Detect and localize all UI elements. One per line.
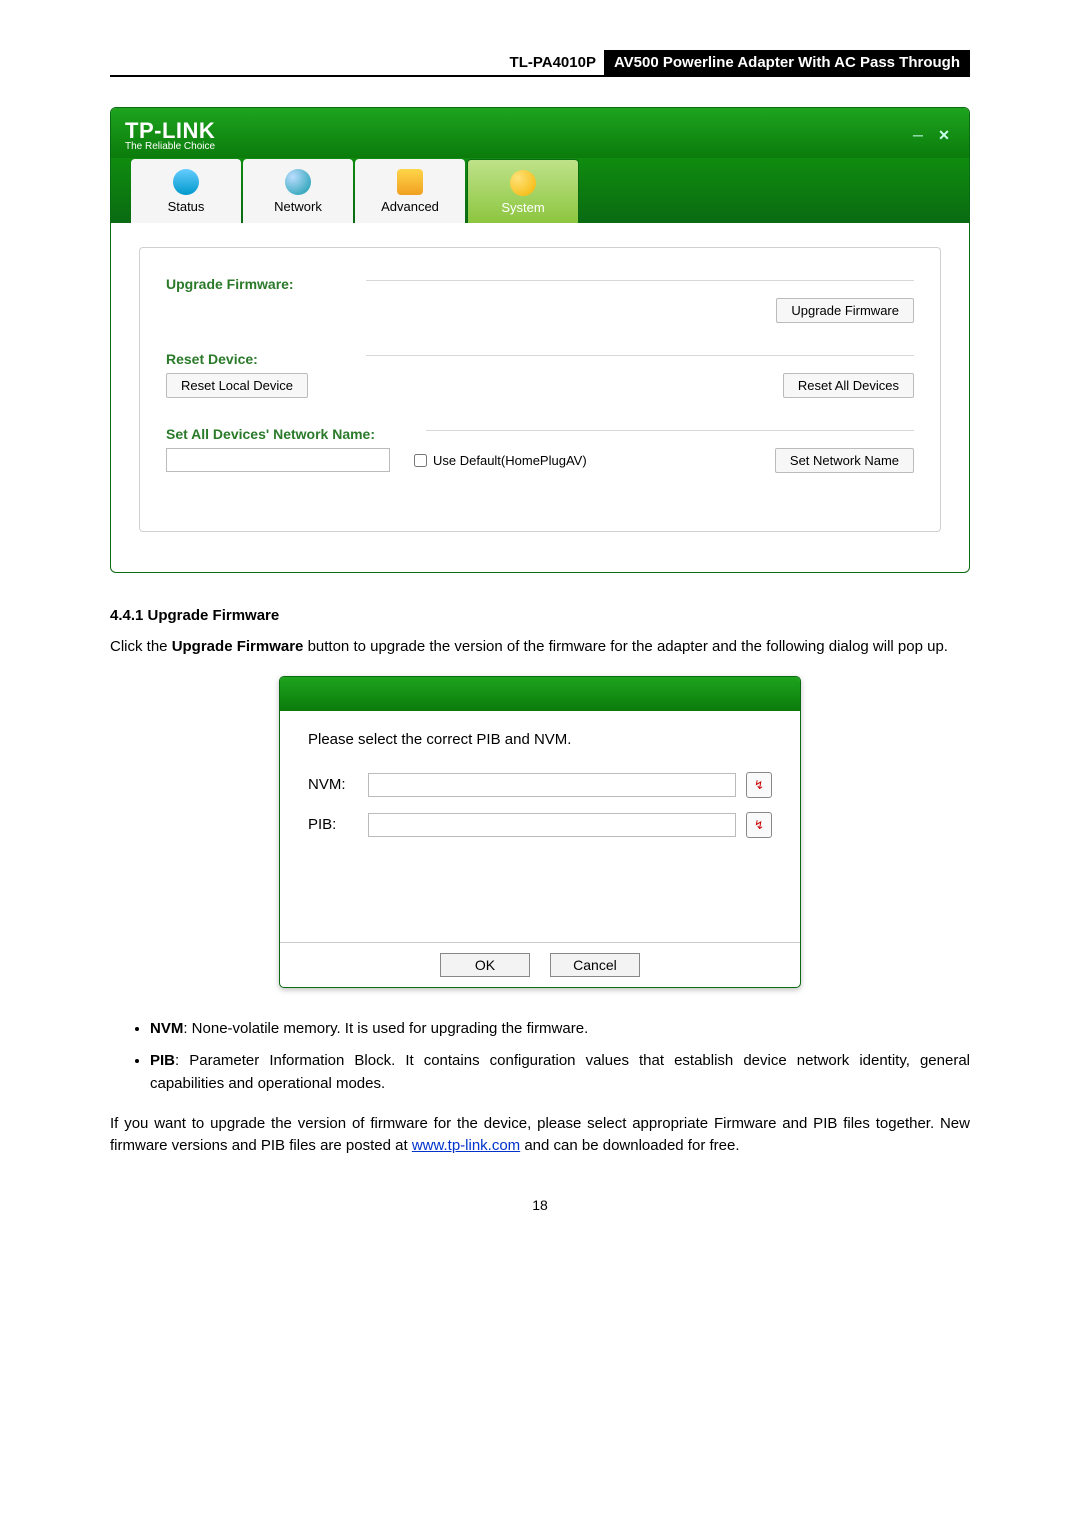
cancel-button[interactable]: Cancel <box>550 953 640 977</box>
dialog-message: Please select the correct PIB and NVM. <box>308 731 772 748</box>
tab-label: Status <box>168 199 205 214</box>
close-icon[interactable]: ✕ <box>933 126 955 144</box>
brand-text: TP-LINK <box>125 118 215 143</box>
dialog-footer: OK Cancel <box>280 942 800 987</box>
network-icon <box>285 169 311 195</box>
system-panel: Upgrade Firmware: Upgrade Firmware Reset… <box>139 247 941 532</box>
app-logo: TP-LINK The Reliable Choice <box>125 118 903 152</box>
app-window: TP-LINK The Reliable Choice ─ ✕ Status N… <box>110 107 970 573</box>
upgrade-dialog: Please select the correct PIB and NVM. N… <box>279 676 801 988</box>
ok-button[interactable]: OK <box>440 953 530 977</box>
minimize-icon[interactable]: ─ <box>907 126 929 144</box>
system-icon <box>510 170 536 196</box>
reset-all-button[interactable]: Reset All Devices <box>783 373 914 398</box>
use-default-checkbox-input[interactable] <box>414 454 427 467</box>
advanced-icon <box>397 169 423 195</box>
status-icon <box>173 169 199 195</box>
divider <box>426 430 914 431</box>
divider <box>366 355 914 356</box>
tab-system[interactable]: System <box>467 159 579 223</box>
use-default-checkbox[interactable]: Use Default(HomePlugAV) <box>410 451 587 470</box>
browse-pib-button[interactable]: ↯ <box>746 812 772 838</box>
nvm-label: NVM: <box>308 776 368 793</box>
paragraph: If you want to upgrade the version of fi… <box>110 1113 970 1157</box>
tp-link-url[interactable]: www.tp-link.com <box>412 1137 520 1154</box>
tab-advanced[interactable]: Advanced <box>355 159 465 223</box>
doc-header: TL-PA4010P AV500 Powerline Adapter With … <box>110 50 970 77</box>
nvm-input[interactable] <box>368 773 736 797</box>
model-code: TL-PA4010P <box>510 50 604 75</box>
paragraph: Click the Upgrade Firmware button to upg… <box>110 636 970 658</box>
tagline-text: The Reliable Choice <box>125 141 903 152</box>
page-number: 18 <box>110 1197 970 1213</box>
section-heading: 4.4.1 Upgrade Firmware <box>110 607 970 624</box>
bullet-list: NVM: None-volatile memory. It is used fo… <box>110 1018 970 1096</box>
divider <box>366 280 914 281</box>
browse-nvm-button[interactable]: ↯ <box>746 772 772 798</box>
set-name-title: Set All Devices' Network Name: <box>166 426 914 442</box>
dialog-titlebar <box>280 677 800 711</box>
tab-network[interactable]: Network <box>243 159 353 223</box>
pib-input[interactable] <box>368 813 736 837</box>
upgrade-title: Upgrade Firmware: <box>166 276 914 292</box>
tab-status[interactable]: Status <box>131 159 241 223</box>
reset-local-button[interactable]: Reset Local Device <box>166 373 308 398</box>
set-network-name-button[interactable]: Set Network Name <box>775 448 914 473</box>
network-name-input[interactable] <box>166 448 390 472</box>
pib-label: PIB: <box>308 816 368 833</box>
doc-title: AV500 Powerline Adapter With AC Pass Thr… <box>604 50 970 75</box>
app-titlebar: TP-LINK The Reliable Choice ─ ✕ <box>111 108 969 158</box>
list-item: PIB: Parameter Information Block. It con… <box>150 1050 970 1095</box>
tab-label: Network <box>274 199 322 214</box>
tab-label: Advanced <box>381 199 439 214</box>
list-item: NVM: None-volatile memory. It is used fo… <box>150 1018 970 1041</box>
tab-label: System <box>501 200 544 215</box>
reset-title: Reset Device: <box>166 351 914 367</box>
upgrade-firmware-button[interactable]: Upgrade Firmware <box>776 298 914 323</box>
use-default-label: Use Default(HomePlugAV) <box>433 453 587 468</box>
tab-strip: Status Network Advanced System <box>111 158 969 223</box>
